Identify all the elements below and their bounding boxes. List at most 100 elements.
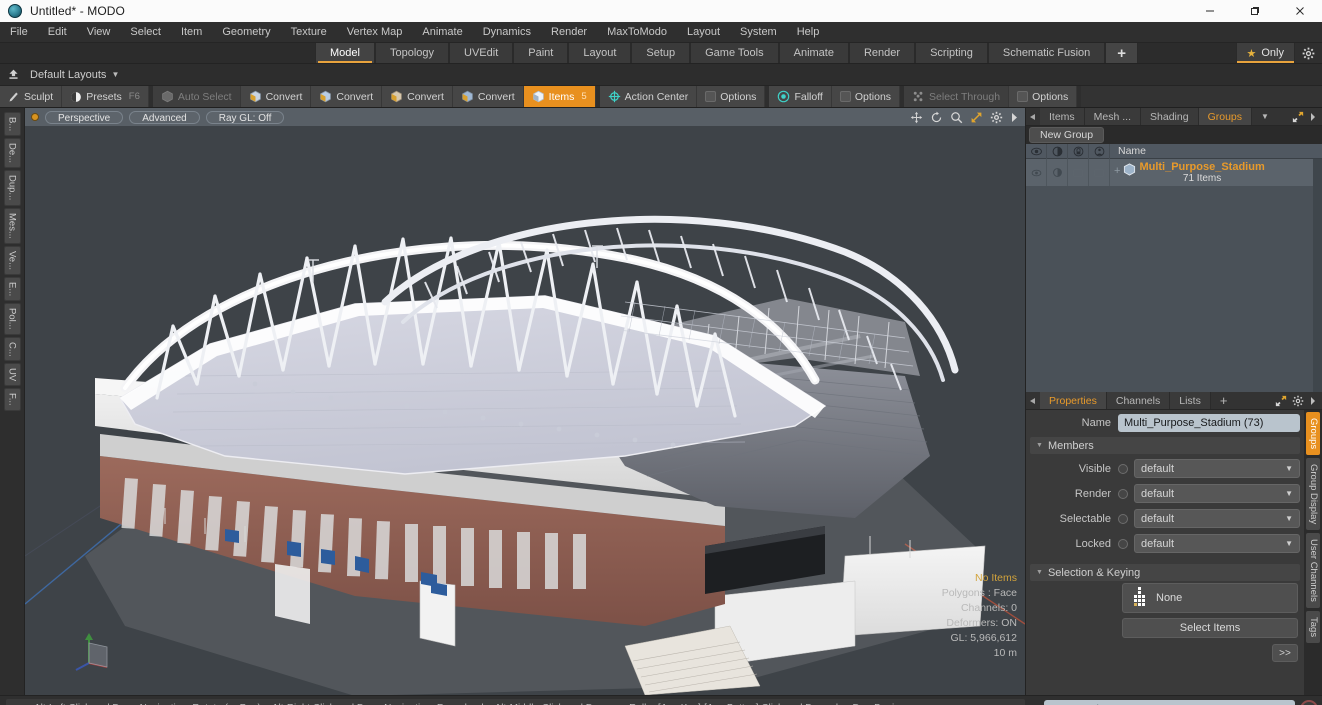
add-properties-tab-button[interactable]: + bbox=[1211, 392, 1237, 409]
viewport-canvas-3d[interactable]: No Items Polygons : Face Channels: 0 Def… bbox=[25, 126, 1025, 695]
left-tab-mesh[interactable]: Mes... bbox=[3, 207, 21, 244]
tab-render[interactable]: Render bbox=[848, 43, 916, 63]
viewport-projection-pill[interactable]: Perspective bbox=[45, 110, 124, 124]
command-input[interactable]: Command bbox=[1044, 700, 1295, 705]
row-render-toggle[interactable] bbox=[1047, 159, 1068, 186]
presets-button[interactable]: Presets F6 bbox=[62, 86, 149, 107]
group-list-body[interactable]: + Multi_Purpose_Stadium 71 Items bbox=[1026, 159, 1322, 392]
row-content[interactable]: + Multi_Purpose_Stadium 71 Items bbox=[1110, 159, 1313, 186]
fit-icon[interactable] bbox=[970, 111, 983, 124]
orange-dot-icon[interactable] bbox=[31, 113, 39, 121]
table-row[interactable]: + Multi_Purpose_Stadium 71 Items bbox=[1026, 159, 1322, 187]
tab-items[interactable]: Items bbox=[1040, 108, 1085, 125]
menu-item-item[interactable]: Item bbox=[171, 22, 212, 43]
falloff-button[interactable]: Falloff bbox=[769, 86, 832, 107]
menu-item-render[interactable]: Render bbox=[541, 22, 597, 43]
axis-gizmo-icon[interactable] bbox=[73, 627, 123, 677]
left-tab-curve[interactable]: C... bbox=[3, 336, 21, 362]
action-center-button[interactable]: Action Center bbox=[599, 86, 698, 107]
left-tab-vertex[interactable]: Ve... bbox=[3, 245, 21, 275]
members-section-header[interactable]: ▼ Members bbox=[1030, 437, 1300, 454]
side-tab-tags[interactable]: Tags bbox=[1306, 611, 1320, 644]
selection-keying-section-header[interactable]: ▼ Selection & Keying bbox=[1030, 564, 1300, 581]
menu-item-edit[interactable]: Edit bbox=[38, 22, 77, 43]
panel-collapse-icon[interactable] bbox=[1026, 108, 1040, 125]
tab-paint[interactable]: Paint bbox=[513, 43, 569, 63]
tab-topology[interactable]: Topology bbox=[374, 43, 450, 63]
tab-uvedit[interactable]: UVEdit bbox=[449, 43, 514, 63]
visible-radio[interactable] bbox=[1118, 463, 1128, 474]
render-dropdown[interactable]: default ▼ bbox=[1134, 484, 1300, 503]
chevron-down-icon[interactable]: ▼ bbox=[111, 70, 119, 79]
render-icon[interactable] bbox=[1047, 143, 1068, 159]
menu-item-layout[interactable]: Layout bbox=[677, 22, 730, 43]
tab-overflow-caret[interactable]: ▼ bbox=[1252, 108, 1278, 125]
side-tab-user-channels[interactable]: User Channels bbox=[1306, 533, 1320, 609]
left-tab-basic[interactable]: B... bbox=[3, 112, 21, 137]
close-icon[interactable] bbox=[1277, 0, 1322, 22]
viewport-shading-pill[interactable]: Advanced bbox=[129, 110, 200, 124]
tab-model[interactable]: Model bbox=[315, 43, 375, 63]
rotate-icon[interactable] bbox=[930, 111, 943, 124]
menu-item-maxtomodo[interactable]: MaxToModo bbox=[597, 22, 677, 43]
tab-shading[interactable]: Shading bbox=[1141, 108, 1199, 125]
tab-channels[interactable]: Channels bbox=[1106, 392, 1171, 409]
sculpt-button[interactable]: Sculpt bbox=[0, 86, 63, 107]
menu-item-animate[interactable]: Animate bbox=[412, 22, 472, 43]
menu-item-dynamics[interactable]: Dynamics bbox=[473, 22, 541, 43]
row-eye-toggle[interactable] bbox=[1026, 159, 1047, 186]
select-icon[interactable] bbox=[1089, 143, 1110, 159]
left-tab-fusion[interactable]: F... bbox=[3, 388, 21, 412]
left-tab-edge[interactable]: E... bbox=[3, 276, 21, 301]
convert-button-2[interactable]: Convert bbox=[311, 86, 383, 107]
viewport-raygl-pill[interactable]: Ray GL: Off bbox=[205, 110, 285, 124]
select-items-button[interactable]: Select Items bbox=[1122, 618, 1298, 638]
move-icon[interactable] bbox=[910, 111, 923, 124]
selectable-dropdown[interactable]: default ▼ bbox=[1134, 509, 1300, 528]
convert-button-3[interactable]: Convert bbox=[382, 86, 453, 107]
falloff-options-button[interactable]: Options bbox=[831, 86, 901, 107]
action-center-options-button[interactable]: Options bbox=[697, 86, 766, 107]
zoom-icon[interactable] bbox=[950, 111, 963, 124]
default-layouts-label[interactable]: Default Layouts bbox=[30, 69, 106, 81]
tab-schematic-fusion[interactable]: Schematic Fusion bbox=[987, 43, 1106, 63]
tab-mesh[interactable]: Mesh ... bbox=[1084, 108, 1142, 125]
chevron-right-icon[interactable] bbox=[1010, 112, 1019, 123]
visible-dropdown[interactable]: default ▼ bbox=[1134, 459, 1300, 478]
lock-icon[interactable] bbox=[1068, 143, 1089, 159]
none-selection-button[interactable]: None bbox=[1122, 583, 1298, 613]
menu-item-help[interactable]: Help bbox=[787, 22, 830, 43]
menu-item-system[interactable]: System bbox=[730, 22, 787, 43]
minimize-icon[interactable] bbox=[1187, 0, 1232, 22]
menu-item-file[interactable]: File bbox=[0, 22, 38, 43]
select-through-button[interactable]: Select Through bbox=[904, 86, 1010, 107]
row-expander[interactable]: + bbox=[1114, 165, 1120, 177]
new-group-button[interactable]: New Group bbox=[1029, 127, 1105, 143]
row-select-toggle[interactable] bbox=[1089, 159, 1110, 186]
convert-button-1[interactable]: Convert bbox=[240, 86, 312, 107]
group-list-scrollbar[interactable] bbox=[1313, 159, 1322, 392]
tab-scripting[interactable]: Scripting bbox=[915, 43, 988, 63]
left-tab-duplicate[interactable]: Dup... bbox=[3, 170, 21, 206]
menu-item-view[interactable]: View bbox=[77, 22, 121, 43]
locked-radio[interactable] bbox=[1118, 538, 1128, 549]
only-toggle-button[interactable]: ★ Only bbox=[1235, 43, 1294, 63]
gear-icon[interactable] bbox=[990, 111, 1003, 124]
locked-dropdown[interactable]: default ▼ bbox=[1134, 534, 1300, 553]
properties-collapse-icon[interactable] bbox=[1026, 392, 1040, 409]
row-lock-toggle[interactable] bbox=[1068, 159, 1089, 186]
menu-item-geometry[interactable]: Geometry bbox=[212, 22, 280, 43]
tab-layout[interactable]: Layout bbox=[568, 43, 632, 63]
expand-icon[interactable] bbox=[1275, 395, 1287, 407]
side-tab-group-display[interactable]: Group Display bbox=[1306, 458, 1320, 531]
viewport[interactable]: Perspective Advanced Ray GL: Off No Item… bbox=[25, 108, 1025, 695]
home-up-icon[interactable] bbox=[0, 68, 26, 81]
left-tab-polygon[interactable]: Pol... bbox=[3, 302, 21, 335]
left-tab-uv[interactable]: UV bbox=[3, 363, 21, 387]
eye-icon[interactable] bbox=[1026, 143, 1047, 159]
menu-item-vertex-map[interactable]: Vertex Map bbox=[337, 22, 413, 43]
tab-game-tools[interactable]: Game Tools bbox=[690, 43, 779, 63]
convert-button-4[interactable]: Convert bbox=[452, 86, 524, 107]
left-tab-deform[interactable]: De... bbox=[3, 138, 21, 169]
expand-icon[interactable] bbox=[1292, 111, 1304, 123]
